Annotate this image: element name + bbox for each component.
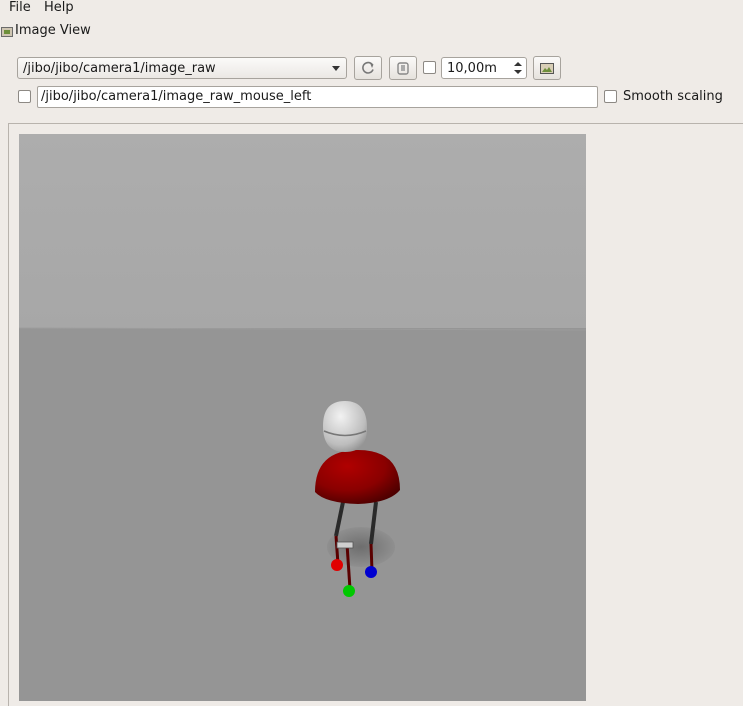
menu-help[interactable]: Help	[44, 0, 74, 16]
smooth-scaling-checkbox[interactable]	[604, 90, 617, 103]
spin-down-icon[interactable]	[514, 70, 522, 74]
topic-select-value: /jibo/jibo/camera1/image_raw	[23, 61, 216, 76]
marker-blue	[365, 566, 377, 578]
mouse-publish-checkbox[interactable]	[18, 90, 31, 103]
mouse-topic-input[interactable]: /jibo/jibo/camera1/image_raw_mouse_left	[37, 86, 598, 108]
marker-green	[343, 585, 355, 597]
camera-image[interactable]	[19, 134, 586, 701]
max-range-value: 10,00m	[447, 61, 497, 76]
plugin-title: Image View	[15, 23, 91, 38]
chevron-down-icon	[332, 66, 340, 71]
refresh-topics-button[interactable]	[354, 56, 382, 80]
menu-file[interactable]: File	[9, 0, 31, 16]
zoom-fit-button[interactable]	[389, 56, 417, 80]
robot-head	[323, 401, 367, 452]
robot-scene	[19, 134, 586, 701]
floor-region	[19, 328, 586, 701]
save-image-icon	[540, 63, 554, 74]
dynamic-range-checkbox[interactable]	[423, 61, 436, 74]
sky-region	[19, 134, 586, 328]
refresh-icon	[362, 61, 374, 74]
spin-up-icon[interactable]	[514, 62, 522, 66]
smooth-scaling-label: Smooth scaling	[623, 89, 723, 104]
max-range-spinbox[interactable]: 10,00m	[441, 57, 527, 79]
topic-select[interactable]: /jibo/jibo/camera1/image_raw	[17, 57, 347, 79]
mouse-topic-value: /jibo/jibo/camera1/image_raw_mouse_left	[41, 89, 312, 104]
image-view-icon	[1, 27, 13, 37]
menu-bar: File Help	[0, 0, 743, 17]
marker-red	[331, 559, 343, 571]
zoom-icon	[397, 62, 409, 75]
save-image-button[interactable]	[533, 56, 561, 80]
